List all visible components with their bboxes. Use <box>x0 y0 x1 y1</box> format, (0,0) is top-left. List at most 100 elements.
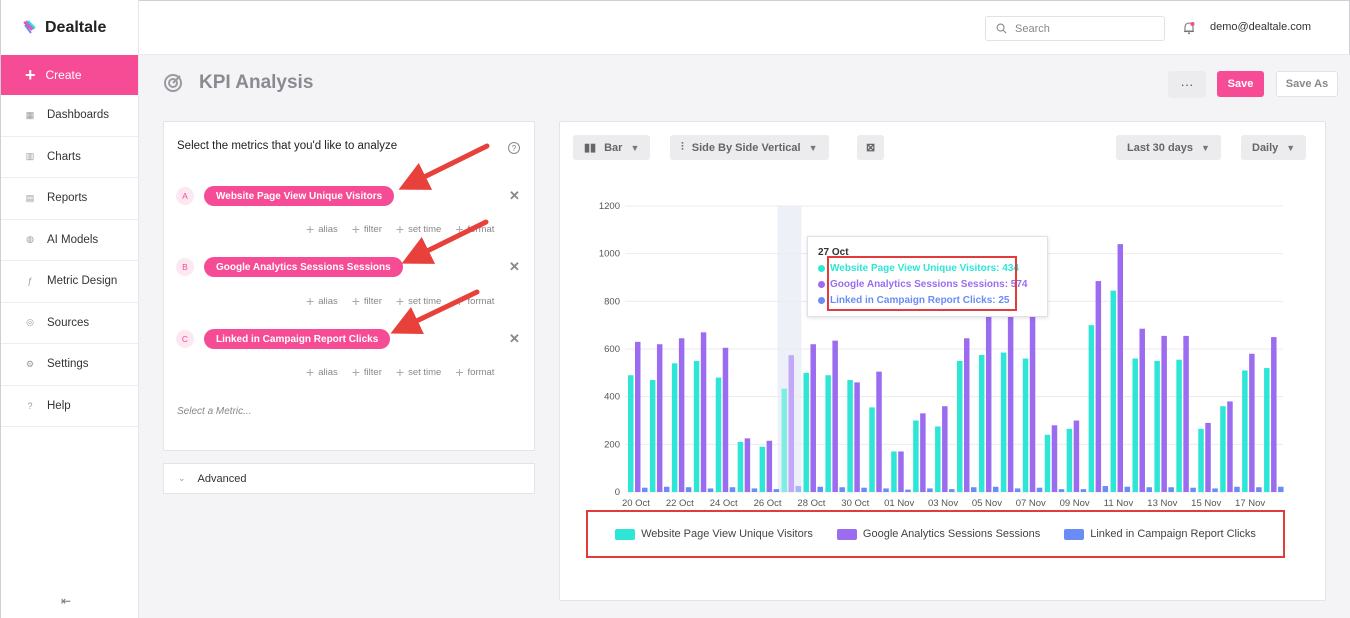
target-icon <box>164 74 182 92</box>
metric-pill[interactable]: Linked in Campaign Report Clicks <box>204 329 391 349</box>
date-range-dropdown[interactable]: Last 30 days ▼ <box>1116 135 1221 160</box>
save-as-button[interactable]: Save As <box>1276 71 1338 97</box>
legend-swatch <box>1064 528 1085 540</box>
collapse-sidebar-icon[interactable]: ⇤ <box>61 594 71 608</box>
format-option[interactable]: + format <box>455 365 494 379</box>
sidebar-item-charts[interactable]: ▥ Charts <box>1 137 138 178</box>
plus-icon: + <box>306 364 315 380</box>
sidebar-item-help[interactable]: ? Help <box>1 386 138 427</box>
metric-row-b: B Google Analytics Sessions Sessions ✕ <box>176 256 526 278</box>
metrics-panel: Select the metrics that you'd like to an… <box>163 121 535 451</box>
select-metric-input[interactable]: Select a Metric... <box>177 406 251 417</box>
layout-icon: ⫶ <box>681 141 684 153</box>
sidebar-item-label: Dashboards <box>47 109 110 122</box>
date-range-label: Last 30 days <box>1127 141 1194 154</box>
tooltip-highlight-box <box>827 256 1017 311</box>
page-title-text: KPI Analysis <box>199 72 314 93</box>
plus-icon: + <box>455 221 464 237</box>
chart-type-dropdown[interactable]: ▮▮ Bar ▼ <box>573 135 651 160</box>
remove-metric-icon[interactable]: ✕ <box>509 331 520 347</box>
filter-option[interactable]: + filter <box>352 365 382 379</box>
database-icon: ◎ <box>26 317 34 328</box>
chart-legend: Website Page View Unique Visitors Google… <box>586 510 1285 558</box>
sidebar-item-reports[interactable]: ▤ Reports <box>1 178 138 220</box>
option-label: set time <box>408 223 442 235</box>
plus-icon: + <box>306 293 315 309</box>
sidebar-item-dashboards[interactable]: ▦ Dashboards <box>1 95 138 137</box>
set-time-option[interactable]: + set time <box>396 365 441 379</box>
sidebar-item-label: Settings <box>47 358 89 371</box>
format-option[interactable]: + format <box>455 294 494 308</box>
more-options-button[interactable]: ··· <box>1168 71 1206 98</box>
legend-item[interactable]: Linked in Campaign Report Clicks <box>1064 528 1256 540</box>
logo-icon <box>23 19 36 34</box>
sidebar-item-settings[interactable]: ⚙ Settings <box>1 344 138 386</box>
save-button[interactable]: Save <box>1217 71 1264 97</box>
metric-pill[interactable]: Website Page View Unique Visitors <box>204 186 395 206</box>
option-label: alias <box>318 366 338 378</box>
app-name: Dealtale <box>45 18 107 36</box>
grid-icon: ▦ <box>25 109 35 120</box>
dealtale-logo[interactable]: Dealtale <box>1 0 138 55</box>
remove-metric-icon[interactable]: ✕ <box>509 188 520 204</box>
help-icon[interactable]: ? <box>508 142 520 154</box>
chart-icon: ▥ <box>25 151 35 162</box>
metrics-heading: Select the metrics that you'd like to an… <box>177 140 398 152</box>
legend-item[interactable]: Website Page View Unique Visitors <box>615 528 813 540</box>
series-dot <box>818 297 825 304</box>
alias-option[interactable]: + alias <box>306 222 338 236</box>
sidebar-item-label: AI Models <box>47 233 99 246</box>
advanced-toggle[interactable]: ⌄ Advanced <box>163 463 535 494</box>
filter-option[interactable]: + filter <box>352 294 382 308</box>
chart-type-label: Bar <box>604 141 623 154</box>
remove-metric-icon[interactable]: ✕ <box>509 259 520 275</box>
export-excel-button[interactable]: ⊠ <box>857 135 885 160</box>
set-time-option[interactable]: + set time <box>396 222 441 236</box>
set-time-option[interactable]: + set time <box>396 294 441 308</box>
user-email[interactable]: demo@dealtale.com <box>1210 21 1311 33</box>
option-label: format <box>467 295 495 307</box>
plus-icon: + <box>351 364 360 380</box>
metric-pill[interactable]: Google Analytics Sessions Sessions <box>204 257 403 277</box>
chart-layout-dropdown[interactable]: ⫶ Side By Side Vertical ▼ <box>670 135 829 160</box>
alias-option[interactable]: + alias <box>306 365 338 379</box>
legend-item[interactable]: Google Analytics Sessions Sessions <box>836 528 1041 540</box>
legend-label: Google Analytics Sessions Sessions <box>862 528 1041 540</box>
filter-option[interactable]: + filter <box>352 222 382 236</box>
metric-row-a: A Website Page View Unique Visitors ✕ <box>176 185 526 207</box>
legend-swatch <box>615 528 636 540</box>
plus-icon: + <box>351 221 360 237</box>
function-icon: ƒ <box>27 276 33 287</box>
option-label: format <box>467 366 495 378</box>
alias-option[interactable]: + alias <box>306 294 338 308</box>
search-placeholder: Search <box>1015 22 1050 35</box>
option-label: filter <box>363 295 382 307</box>
format-option[interactable]: + format <box>455 222 494 236</box>
sidebar-item-label: Help <box>47 399 71 412</box>
metric-letter: A <box>176 187 194 205</box>
sidebar-item-metric-design[interactable]: ƒ Metric Design <box>1 261 138 303</box>
sidebar-item-label: Sources <box>47 316 90 329</box>
option-label: format <box>467 223 495 235</box>
sidebar: Dealtale + Create ▦ Dashboards ▥ Charts … <box>0 0 139 618</box>
chart-layout-label: Side By Side Vertical <box>691 141 801 154</box>
gear-icon: ⚙ <box>25 358 35 369</box>
sidebar-item-ai-models[interactable]: ◍ AI Models <box>1 220 138 261</box>
chevron-down-icon: ▼ <box>1201 142 1210 153</box>
option-label: filter <box>363 366 382 378</box>
metric-row-c: C Linked in Campaign Report Clicks ✕ <box>176 328 526 350</box>
bell-icon[interactable] <box>1182 21 1196 35</box>
granularity-dropdown[interactable]: Daily ▼ <box>1241 135 1307 160</box>
plus-icon: + <box>395 221 405 237</box>
page-title: KPI Analysis <box>163 72 313 94</box>
metric-letter: B <box>176 258 194 276</box>
chevron-down-icon: ▼ <box>808 142 818 153</box>
chevron-down-icon: ▼ <box>630 142 640 153</box>
option-label: alias <box>318 295 338 307</box>
sidebar-item-sources[interactable]: ◎ Sources <box>1 303 138 344</box>
create-button[interactable]: + Create <box>1 55 138 95</box>
search-input[interactable]: Search <box>985 16 1165 41</box>
advanced-label: Advanced <box>197 472 247 485</box>
option-label: filter <box>363 223 382 235</box>
metric-options-b: + alias + filter + set time + format <box>306 294 494 308</box>
